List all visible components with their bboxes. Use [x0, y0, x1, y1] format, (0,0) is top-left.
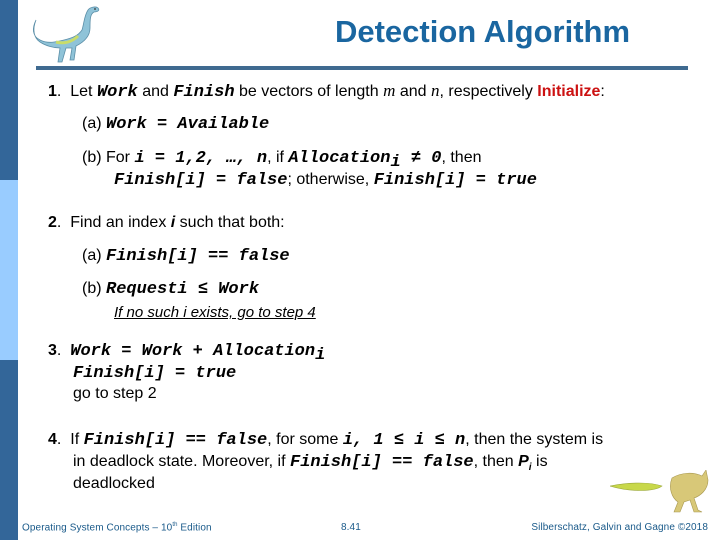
- step-4-line3: deadlocked: [73, 473, 155, 495]
- page-title: Detection Algorithm: [334, 14, 631, 49]
- text: deadlocked: [73, 475, 155, 492]
- footer-authors: Silberschatz, Galvin and Gagne ©2018: [531, 522, 708, 533]
- step-number: 4: [48, 431, 57, 448]
- code-finish: Finish: [173, 83, 235, 102]
- code-work-available: Work = Available: [106, 115, 270, 134]
- step-number: 3: [48, 342, 57, 359]
- step-2b-line: (b) Requesti ≤ Work: [82, 278, 259, 301]
- text: , for some: [267, 431, 343, 448]
- text: , if: [267, 149, 289, 166]
- text: :: [600, 83, 605, 100]
- code-finish-false: Finish[i] = false: [114, 171, 288, 190]
- text: , respectively: [439, 83, 538, 100]
- text: be vectors of length: [234, 83, 384, 100]
- step-number: 2: [48, 214, 57, 231]
- var-p: P: [518, 453, 529, 470]
- step-1b-line2: Finish[i] = false; otherwise, Finish[i] …: [114, 169, 537, 192]
- step-2-note: If no such i exists, go to step 4: [114, 302, 316, 324]
- substep-label: (b) For: [82, 149, 135, 166]
- step-1-line: 1. Let Work and Finish be vectors of len…: [48, 80, 605, 104]
- code-request-le-work: Requesti ≤ Work: [106, 280, 260, 299]
- step-dot: .: [56, 431, 62, 448]
- text: Edition: [177, 522, 212, 534]
- code-finish-true: Finish[i] = true: [373, 171, 537, 190]
- subscript-i: i: [315, 346, 326, 366]
- substep-label: (a): [82, 115, 106, 132]
- step-dot: .: [56, 342, 62, 359]
- step-2a-line: (a) Finish[i] == false: [82, 245, 290, 268]
- code-finish-eq-false: Finish[i] == false: [106, 247, 290, 266]
- goto-step2-text: go to step 2: [73, 385, 157, 402]
- code-work-update: Work = Work + Allocation: [70, 342, 316, 361]
- dinosaur-icon: [610, 470, 709, 513]
- code-i-range: i, 1 ≤ i ≤ n: [342, 431, 466, 450]
- step-dot: .: [56, 214, 62, 231]
- step-1a-line: (a) Work = Available: [82, 113, 269, 136]
- text: such that both:: [175, 214, 285, 231]
- text: and: [137, 83, 174, 100]
- text: , then: [473, 453, 519, 470]
- text: ; otherwise,: [287, 171, 374, 188]
- substep-label: (a): [82, 247, 106, 264]
- initialize-keyword: Initialize: [537, 83, 601, 100]
- step-3-line2: Finish[i] = true: [73, 362, 236, 385]
- text: Operating System Concepts – 10: [22, 522, 173, 534]
- code-neq-zero: ≠ 0: [400, 149, 442, 168]
- header-divider: [36, 66, 688, 70]
- step-2-line: 2. Find an index i such that both:: [48, 212, 285, 234]
- var-m: m: [383, 81, 396, 100]
- step-4-line: 4. If Finish[i] == false, for some i, 1 …: [48, 429, 603, 452]
- text: Let: [70, 83, 97, 100]
- sidebar-segment-bottom: [0, 360, 18, 540]
- step-3-line3: go to step 2: [73, 383, 157, 405]
- code-allocation: Allocation: [288, 149, 391, 168]
- code-loop-range: i = 1,2, …, n: [134, 149, 268, 168]
- text: and: [395, 83, 431, 100]
- text: , then: [441, 149, 482, 166]
- step-dot: .: [56, 83, 62, 100]
- sidebar-bar: [0, 0, 18, 540]
- text: Find an index: [70, 214, 171, 231]
- code-finish-true: Finish[i] = true: [73, 364, 237, 383]
- page-number: 8.41: [341, 522, 361, 533]
- code-finish-eq-false: Finish[i] == false: [290, 453, 474, 472]
- code-work: Work: [96, 83, 138, 102]
- text: is: [531, 453, 548, 470]
- text: , then the system is: [465, 431, 604, 448]
- goto-step4-note: If no such i exists, go to step 4: [114, 304, 316, 321]
- step-number: 1: [48, 83, 57, 100]
- code-finish-eq-false: Finish[i] == false: [83, 431, 268, 450]
- substep-label: (b): [82, 280, 106, 297]
- sidebar-segment-middle: [0, 180, 18, 360]
- text: in deadlock state. Moreover, if: [73, 453, 290, 470]
- footer-book-title: Operating System Concepts – 10th Edition: [22, 522, 212, 533]
- text: If: [70, 431, 84, 448]
